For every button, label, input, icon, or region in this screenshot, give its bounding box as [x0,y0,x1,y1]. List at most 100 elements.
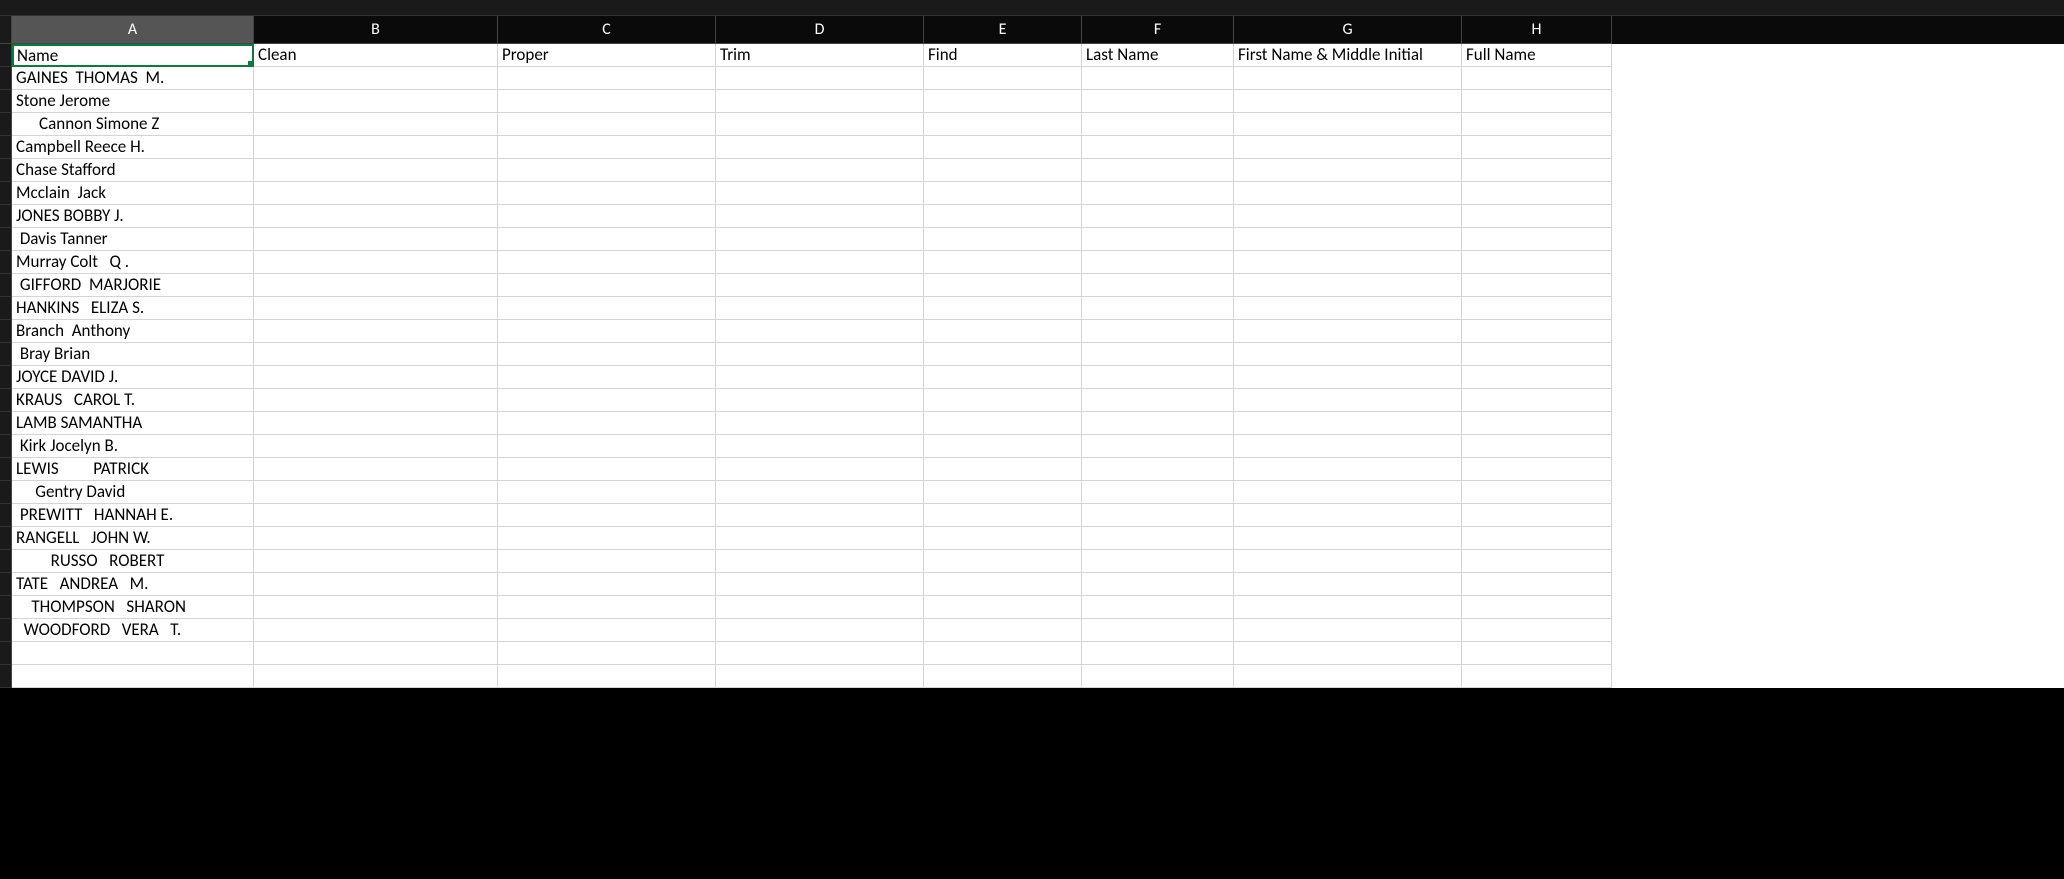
cell[interactable] [498,389,716,412]
cell[interactable] [1234,412,1462,435]
cell[interactable] [1234,596,1462,619]
row-header[interactable] [0,297,12,320]
cell[interactable]: Clean [254,44,498,67]
cell[interactable] [1082,435,1234,458]
row-header[interactable] [0,343,12,366]
cell[interactable] [924,458,1082,481]
cell[interactable] [498,274,716,297]
cell[interactable] [498,596,716,619]
cell[interactable]: Cannon Simone Z [12,113,254,136]
cell[interactable] [1082,366,1234,389]
cell[interactable]: RUSSO ROBERT [12,550,254,573]
cell[interactable] [254,228,498,251]
cell[interactable] [716,389,924,412]
row-header[interactable] [0,320,12,343]
cell[interactable] [254,113,498,136]
cell[interactable] [716,458,924,481]
cell[interactable] [716,596,924,619]
column-header-D[interactable]: D [716,16,924,44]
row-header[interactable] [0,435,12,458]
cell[interactable] [1082,665,1234,688]
row-header[interactable] [0,412,12,435]
cell[interactable] [1234,159,1462,182]
cell[interactable] [716,504,924,527]
cell[interactable] [924,251,1082,274]
cell[interactable] [498,481,716,504]
cell[interactable] [1082,113,1234,136]
column-header-H[interactable]: H [1462,16,1612,44]
cell[interactable] [1462,67,1612,90]
cell[interactable] [1234,435,1462,458]
cell[interactable] [1462,412,1612,435]
cell[interactable] [1082,619,1234,642]
cell[interactable]: Chase Stafford [12,159,254,182]
cell[interactable] [254,205,498,228]
cell[interactable] [1234,136,1462,159]
cell[interactable]: Name [12,44,254,67]
row-header[interactable] [0,366,12,389]
cell[interactable]: Proper [498,44,716,67]
cell[interactable] [1462,642,1612,665]
cell[interactable] [1082,320,1234,343]
cell[interactable] [1082,228,1234,251]
row-header[interactable] [0,159,12,182]
cell[interactable] [924,228,1082,251]
row-header[interactable] [0,642,12,665]
cell[interactable] [1082,182,1234,205]
cell[interactable] [498,573,716,596]
cell[interactable] [924,596,1082,619]
cell[interactable] [254,90,498,113]
cell[interactable] [716,182,924,205]
column-header-F[interactable]: F [1082,16,1234,44]
cell[interactable]: JONES BOBBY J. [12,205,254,228]
row-header[interactable] [0,458,12,481]
cell[interactable] [498,550,716,573]
cell[interactable] [1462,458,1612,481]
cell[interactable] [1234,297,1462,320]
row-header[interactable] [0,504,12,527]
cell[interactable] [254,458,498,481]
cell[interactable] [498,228,716,251]
cell[interactable]: PREWITT HANNAH E. [12,504,254,527]
cell[interactable] [1462,596,1612,619]
row-header[interactable] [0,274,12,297]
row-header[interactable] [0,67,12,90]
cell[interactable] [716,136,924,159]
cell[interactable] [498,412,716,435]
cell[interactable] [716,366,924,389]
cell[interactable] [254,389,498,412]
cell[interactable] [716,274,924,297]
cell[interactable] [1082,458,1234,481]
cell[interactable]: GIFFORD MARJORIE [12,274,254,297]
cell[interactable] [924,435,1082,458]
cell[interactable] [1234,481,1462,504]
cell[interactable] [498,159,716,182]
data-area[interactable]: NameCleanProperTrimFindLast NameFirst Na… [12,44,2064,688]
toolbar[interactable] [0,0,2064,16]
cell[interactable] [498,665,716,688]
row-header[interactable] [0,573,12,596]
cell[interactable] [1234,619,1462,642]
cell[interactable] [254,297,498,320]
cell[interactable] [924,550,1082,573]
cell[interactable] [716,642,924,665]
cell[interactable]: Branch Anthony [12,320,254,343]
cell[interactable] [716,297,924,320]
row-header[interactable] [0,228,12,251]
cell[interactable] [716,412,924,435]
cell[interactable] [254,366,498,389]
cell[interactable]: WOODFORD VERA T. [12,619,254,642]
cell[interactable]: Gentry David [12,481,254,504]
cell[interactable] [1462,251,1612,274]
cell[interactable] [498,251,716,274]
cell[interactable] [498,527,716,550]
cell[interactable] [924,527,1082,550]
cell[interactable] [1234,320,1462,343]
cell[interactable] [254,435,498,458]
cell[interactable] [254,251,498,274]
row-header[interactable] [0,596,12,619]
cell[interactable] [1462,320,1612,343]
column-header-C[interactable]: C [498,16,716,44]
cell[interactable] [1082,297,1234,320]
cell[interactable]: RANGELL JOHN W. [12,527,254,550]
